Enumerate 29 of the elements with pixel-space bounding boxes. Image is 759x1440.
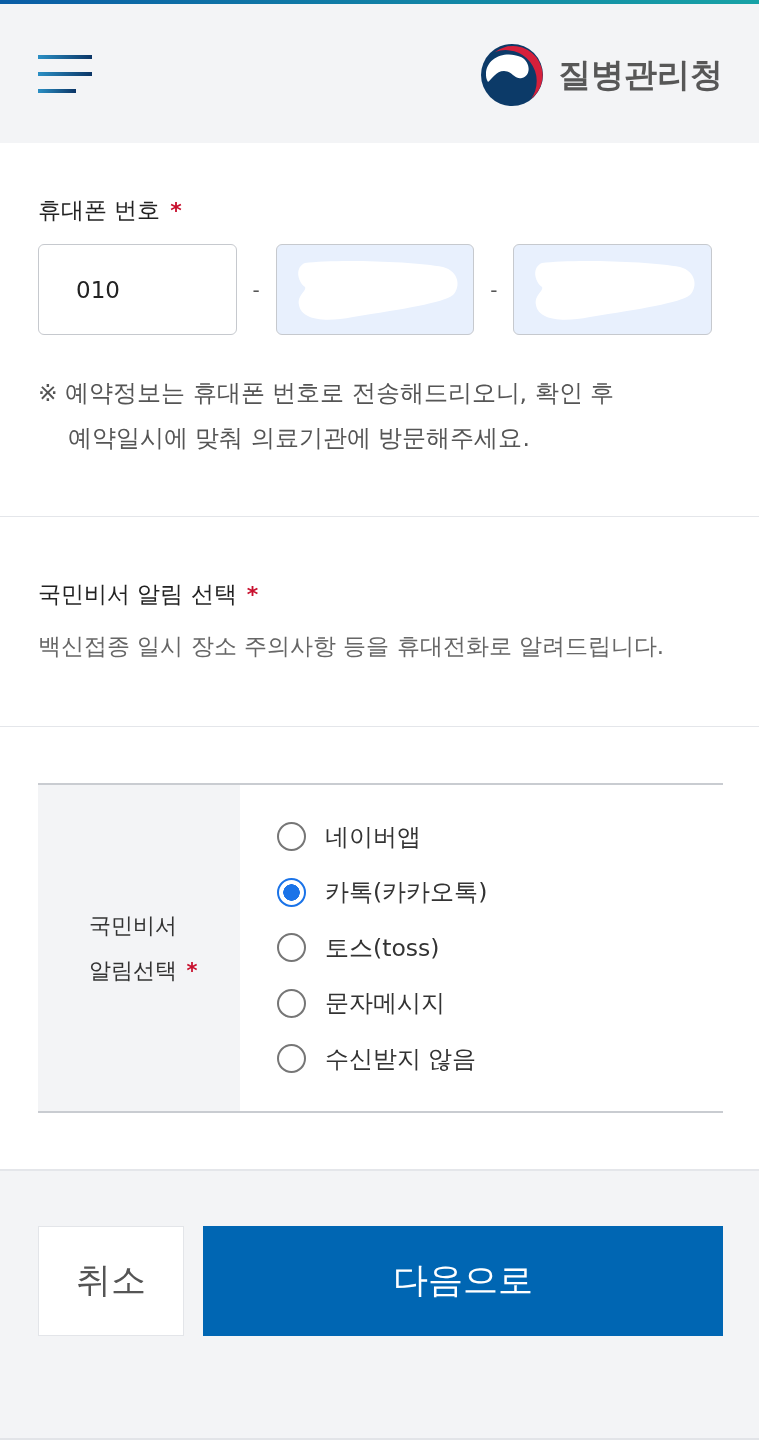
notice-text: ※ 예약정보는 휴대폰 번호로 전송해드리오니, 확인 후 예약일시에 맞춰 의료기관에 방문해주세요. — [38, 378, 615, 454]
required-mark: * — [170, 197, 182, 225]
required-mark: * — [246, 581, 259, 609]
radio-button[interactable] — [277, 988, 306, 1018]
cancel-button[interactable]: 취소 — [38, 1225, 184, 1336]
next-button[interactable]: 다음으로 — [203, 1225, 723, 1336]
menu-icon — [38, 54, 92, 93]
dash-separator: - — [252, 277, 260, 302]
option-label[interactable]: 네이버앱 — [325, 820, 421, 853]
section-title: 국민비서 알림 선택 — [38, 580, 237, 609]
field-label: 휴대폰 번호 — [38, 196, 161, 225]
option-label[interactable]: 수신받지 않음 — [325, 1042, 477, 1075]
radio-button[interactable] — [277, 1044, 306, 1074]
option-label[interactable]: 문자메시지 — [325, 987, 445, 1020]
section-description: 백신접종 일시 장소 주의사항 등을 휴대전화로 알려드립니다. — [38, 632, 666, 661]
phone-input-field[interactable] — [513, 244, 712, 335]
phone-input-field[interactable] — [275, 244, 475, 335]
header-cell-text: 국민비서 알림선택 — [88, 911, 177, 985]
option-label[interactable]: 카톡(카카오톡) — [325, 876, 488, 909]
menu-button[interactable] — [38, 54, 92, 93]
phone-input-field[interactable]: 010 — [38, 244, 237, 335]
emblem-icon — [481, 43, 543, 106]
radio-button[interactable] — [277, 933, 306, 963]
radio-button[interactable] — [277, 877, 306, 907]
dash-separator: - — [490, 277, 498, 302]
logo-text: 질병관리청 — [558, 54, 723, 95]
option-label[interactable]: 토스(toss) — [325, 931, 440, 964]
radio-button[interactable] — [277, 822, 306, 852]
required-mark: * — [186, 958, 198, 983]
